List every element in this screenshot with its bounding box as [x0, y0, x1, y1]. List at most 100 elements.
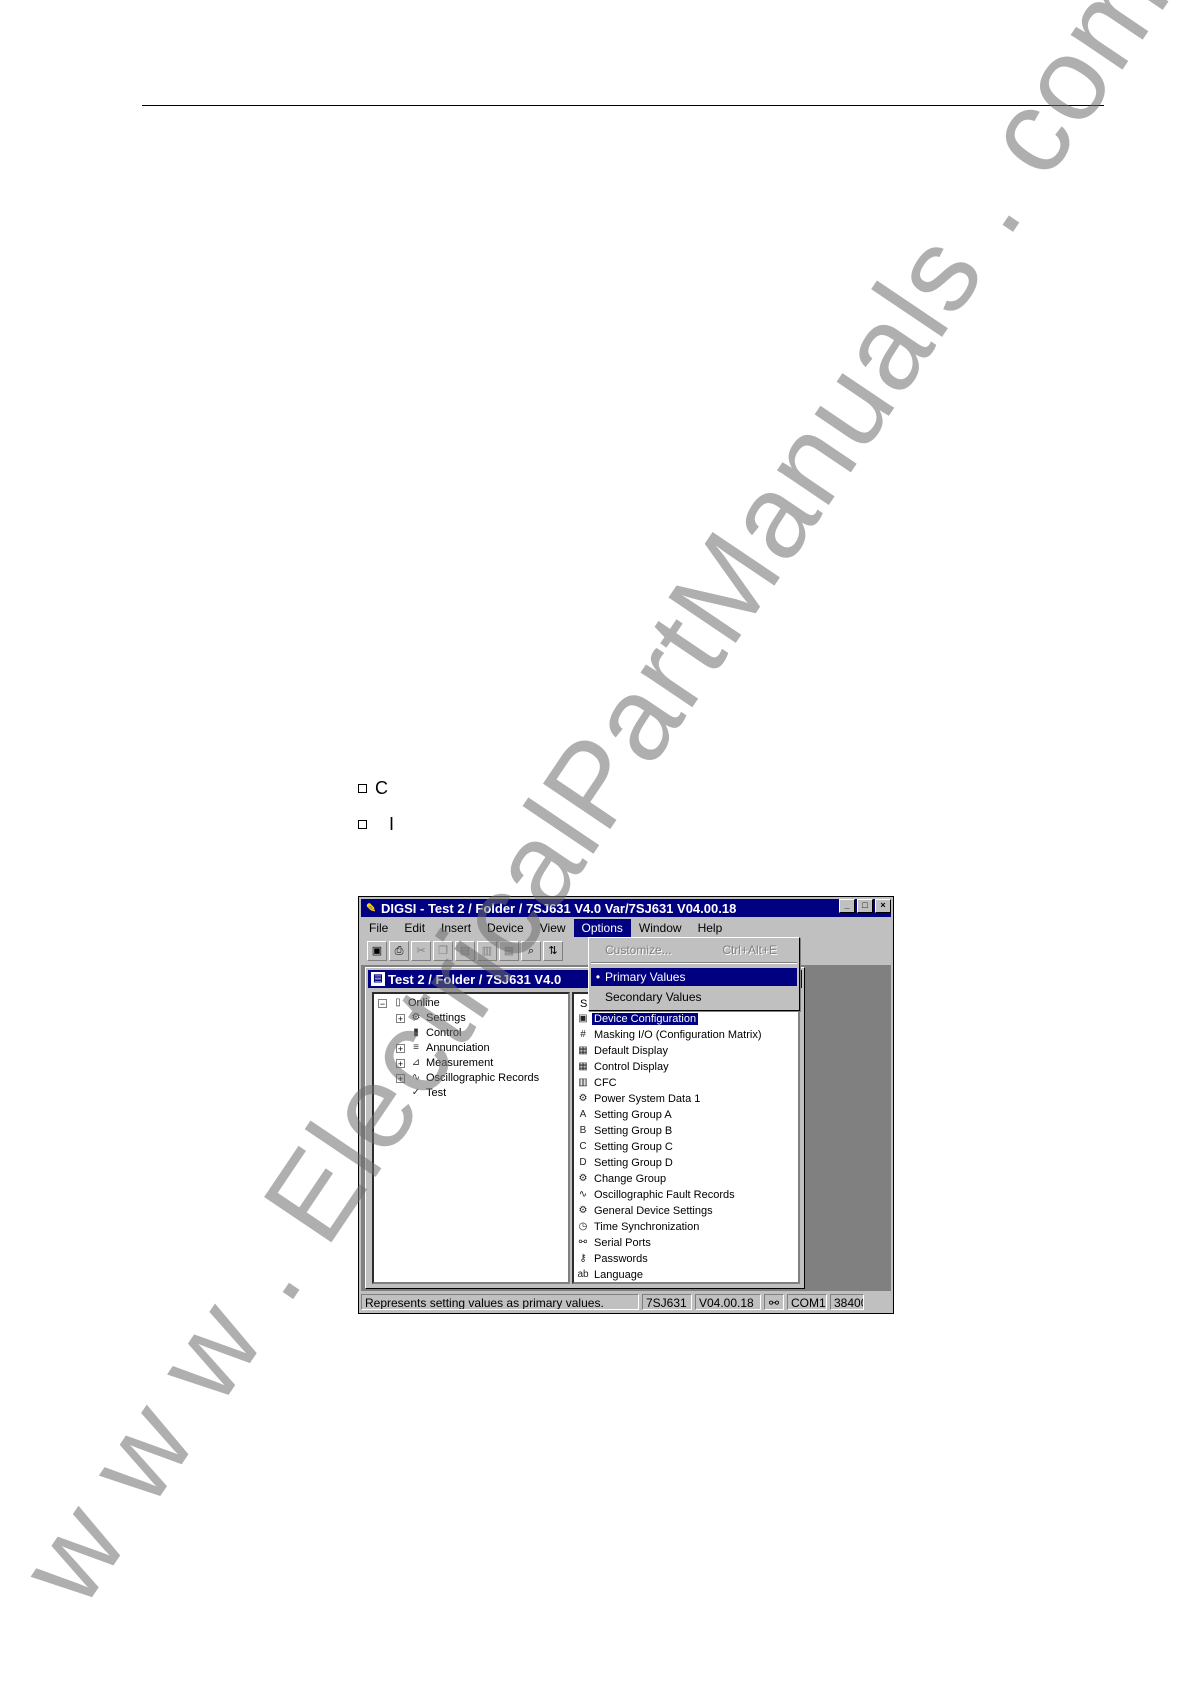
- watermark: w w w . ElectricalPartManuals . com: [0, 0, 1190, 1627]
- menu-help[interactable]: Help: [690, 919, 731, 937]
- tree-item-settings[interactable]: + ⚙ Settings: [396, 1012, 466, 1024]
- list-item[interactable]: A Setting Group A: [576, 1107, 674, 1122]
- menu-options[interactable]: Options: [573, 919, 631, 937]
- find-icon[interactable]: ⌕: [521, 941, 541, 961]
- menu-view[interactable]: View: [532, 919, 574, 937]
- change-group-icon: ⚙: [578, 1173, 588, 1184]
- tree-item-test[interactable]: ✓ Test: [409, 1087, 446, 1099]
- bullet-item-2: I: [358, 814, 394, 835]
- setting-group-a-icon: A: [579, 1109, 587, 1120]
- tree-item-online[interactable]: − ▯ Online: [378, 997, 440, 1009]
- oscillograph-icon: ∿: [411, 1072, 421, 1083]
- list-item[interactable]: D Setting Group D: [576, 1155, 675, 1170]
- maximize-button[interactable]: □: [857, 899, 873, 913]
- list-item[interactable]: ∿ Oscillographic Fault Records: [576, 1187, 737, 1202]
- control-icon: ▮: [413, 1027, 419, 1038]
- list-item[interactable]: ▦ Default Display: [576, 1043, 670, 1058]
- list-item[interactable]: C Setting Group C: [576, 1139, 675, 1154]
- checkbox-bullet-icon: [358, 820, 367, 829]
- status-device: 7SJ631: [642, 1294, 692, 1310]
- header-rule: [142, 105, 1104, 106]
- checkbox-bullet-icon: [358, 784, 367, 793]
- menu-item-primary-values[interactable]: • Primary Values: [591, 968, 797, 986]
- measurement-icon: ⊿: [411, 1057, 421, 1068]
- toolbar: ▣ ⎙ ✂ ❐ ▤ ▥ ▦ ⌕ ⇅: [361, 939, 586, 963]
- status-version: V04.00.18: [695, 1294, 761, 1310]
- matrix-icon: #: [580, 1029, 586, 1040]
- bullet-item-1: C: [358, 778, 388, 799]
- list-item[interactable]: ▦ Control Display: [576, 1059, 671, 1074]
- list-item[interactable]: ⚙ Change Group: [576, 1171, 668, 1186]
- sort-icon[interactable]: ⇅: [543, 941, 563, 961]
- status-message: Represents setting values as primary val…: [361, 1294, 639, 1310]
- menubar: File Edit Insert Device View Options Win…: [361, 919, 891, 937]
- annunciation-icon: ≡: [413, 1042, 419, 1053]
- menu-device[interactable]: Device: [479, 919, 532, 937]
- test-icon: ✓: [411, 1087, 421, 1098]
- tree-item-measurement[interactable]: + ⊿ Measurement: [396, 1057, 493, 1069]
- key-icon: ⚷: [579, 1253, 587, 1264]
- control-display-icon: ▦: [578, 1061, 588, 1072]
- window-title: DIGSI - Test 2 / Folder / 7SJ631 V4.0 Va…: [381, 900, 737, 916]
- device-config-icon: ▣: [578, 1013, 588, 1024]
- menu-file[interactable]: File: [361, 919, 396, 937]
- menu-edit[interactable]: Edit: [396, 919, 433, 937]
- list-header: S: [580, 997, 588, 1010]
- menu-item-secondary-values[interactable]: Secondary Values: [591, 988, 797, 1006]
- window-titlebar[interactable]: ✎ DIGSI - Test 2 / Folder / 7SJ631 V4.0 …: [361, 899, 891, 917]
- folder-icon: ▤: [371, 972, 385, 986]
- delete-icon[interactable]: ▥: [477, 941, 497, 961]
- app-icon: ✎: [365, 901, 377, 915]
- language-icon: ab: [577, 1269, 589, 1280]
- mdi-area: ▤ Test 2 / Folder / 7SJ631 V4.0 − ▯ Onli…: [361, 965, 891, 1291]
- settings-icon: ⚙: [411, 1012, 421, 1023]
- tree-item-oscillographic-records[interactable]: + ∿ Oscillographic Records: [396, 1072, 539, 1084]
- tree-item-annunciation[interactable]: + ≡ Annunciation: [396, 1042, 490, 1054]
- list-item[interactable]: ⚷ Passwords: [576, 1251, 650, 1266]
- properties-icon[interactable]: ▦: [499, 941, 519, 961]
- list-item[interactable]: ◷ Time Synchronization: [576, 1219, 701, 1234]
- minimize-button[interactable]: _: [839, 899, 855, 913]
- copy-icon[interactable]: ❐: [433, 941, 453, 961]
- menu-separator: [591, 962, 797, 964]
- fault-records-icon: ∿: [578, 1189, 588, 1200]
- cut-icon[interactable]: ✂: [411, 941, 431, 961]
- radio-dot-icon: •: [595, 970, 601, 984]
- power-system-icon: ⚙: [578, 1093, 588, 1104]
- expand-icon[interactable]: +: [396, 1058, 405, 1068]
- setting-group-b-icon: B: [579, 1125, 587, 1136]
- list-item[interactable]: B Setting Group B: [576, 1123, 674, 1138]
- window-controls: _ □ ×: [839, 899, 891, 913]
- paste-icon[interactable]: ▤: [455, 941, 475, 961]
- menu-insert[interactable]: Insert: [433, 919, 479, 937]
- setting-group-d-icon: D: [579, 1157, 587, 1168]
- list-item[interactable]: ab Language: [576, 1267, 645, 1282]
- list-item[interactable]: ▣ Device Configuration: [576, 1011, 699, 1026]
- close-button[interactable]: ×: [875, 899, 891, 913]
- list-item[interactable]: ⚙ General Device Settings: [576, 1203, 715, 1218]
- expand-icon[interactable]: +: [396, 1073, 405, 1083]
- collapse-icon[interactable]: −: [378, 998, 387, 1008]
- display-icon: ▦: [578, 1045, 588, 1056]
- menu-window[interactable]: Window: [631, 919, 690, 937]
- list-item[interactable]: # Masking I/O (Configuration Matrix): [576, 1027, 764, 1042]
- serial-port-icon: ⚯: [578, 1237, 588, 1248]
- print-icon[interactable]: ⎙: [389, 941, 409, 961]
- expand-icon[interactable]: +: [396, 1013, 405, 1023]
- connection-icon: ⚯: [764, 1294, 784, 1310]
- list-item[interactable]: ⚙ Power System Data 1: [576, 1091, 702, 1106]
- function-list[interactable]: S ▣ Device Configuration # Masking I/O (Co…: [572, 992, 800, 1284]
- expand-icon[interactable]: +: [396, 1043, 405, 1053]
- tree-view[interactable]: − ▯ Online + ⚙ Settings ▮ Control + ≡ An…: [372, 992, 570, 1284]
- general-settings-icon: ⚙: [578, 1205, 588, 1216]
- list-item[interactable]: ⚯ Serial Ports: [576, 1235, 653, 1250]
- device-icon: ▯: [395, 997, 401, 1008]
- statusbar: Represents setting values as primary val…: [361, 1293, 891, 1311]
- menu-item-customize[interactable]: Customize... Ctrl+Alt+E: [591, 941, 797, 959]
- status-port: COM1: [787, 1294, 827, 1310]
- save-icon[interactable]: ▣: [367, 941, 387, 961]
- options-dropdown: Customize... Ctrl+Alt+E • Primary Values…: [588, 937, 800, 1011]
- tree-item-control[interactable]: ▮ Control: [409, 1027, 461, 1039]
- list-item[interactable]: ▥ CFC: [576, 1075, 619, 1090]
- status-baud: 38400: [830, 1294, 864, 1310]
